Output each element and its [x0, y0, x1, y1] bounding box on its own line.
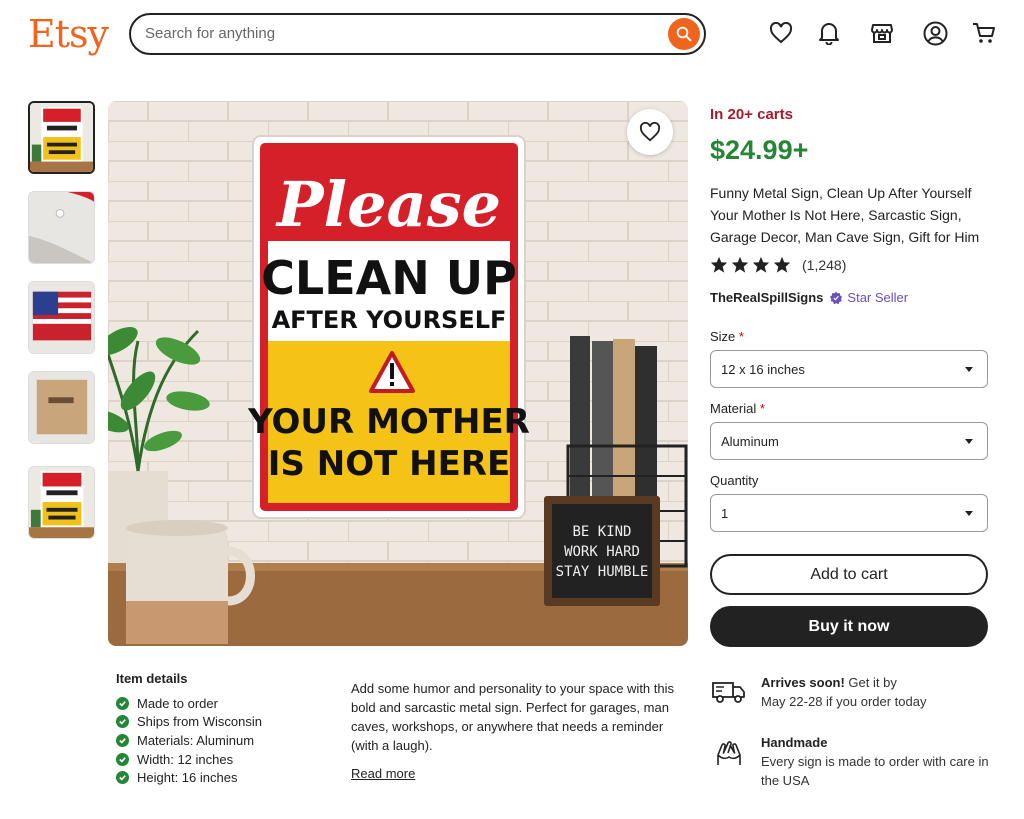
seller-info: TheRealSpillSigns Star Seller [710, 290, 908, 305]
search-button[interactable] [668, 18, 700, 50]
shipping-title: Arrives soon! [761, 675, 845, 690]
chevron-down-icon [965, 511, 973, 516]
material-value: Aluminum [721, 434, 779, 449]
search-input[interactable] [145, 25, 645, 42]
shipping-text: May 22-28 if you order today [761, 694, 927, 709]
list-item: Ships from Wisconsin [116, 713, 262, 732]
thumbnail-1[interactable] [28, 101, 95, 174]
shop-manager-button[interactable] [869, 20, 895, 46]
size-label: Size * [710, 329, 744, 344]
star-icon [710, 256, 728, 273]
shipping-info: Arrives soon! Get it by May 22-28 if you… [761, 673, 991, 711]
chevron-down-icon [965, 439, 973, 444]
sign-line-1: Please [275, 168, 501, 241]
thumbnail-2[interactable] [28, 191, 95, 264]
sign-line-3: AFTER YOURSELF [272, 306, 507, 334]
handmade-text: Every sign is made to order with care in… [761, 754, 989, 788]
sign-line-5: IS NOT HERE [268, 444, 510, 484]
list-item: Height: 16 inches [116, 768, 262, 787]
chevron-down-icon [965, 367, 973, 372]
shipping-inline: Get it by [844, 675, 897, 690]
item-details-list: Made to order Ships from Wisconsin Mater… [116, 694, 262, 787]
notifications-button[interactable] [816, 20, 842, 46]
review-count[interactable]: (1,248) [802, 257, 846, 273]
heart-icon [639, 122, 661, 142]
seller-name[interactable]: TheRealSpillSigns [710, 290, 823, 305]
desk-sign-line-1: BE KIND [572, 524, 631, 540]
check-icon [116, 771, 129, 785]
quantity-select[interactable]: 1 [710, 494, 988, 532]
thumbnail-5[interactable] [28, 466, 95, 539]
cart-button[interactable] [971, 20, 997, 46]
product-title: Funny Metal Sign, Clean Up After Yoursel… [710, 185, 980, 245]
favorites-button[interactable] [768, 20, 794, 46]
favorite-item-button[interactable] [627, 109, 673, 155]
sign-line-2: CLEAN UP [261, 251, 517, 305]
item-details-heading: Item details [116, 671, 188, 686]
main-product-image[interactable]: Please CLEAN UP AFTER YOURSELF YOUR MOTH… [108, 101, 688, 646]
cart-count-badge: In 20+ carts [710, 106, 793, 123]
rating[interactable]: (1,248) [710, 256, 846, 273]
quantity-label: Quantity [710, 473, 759, 488]
size-value: 12 x 16 inches [721, 362, 805, 377]
check-icon [116, 733, 129, 747]
check-icon [116, 696, 129, 710]
account-button[interactable] [922, 20, 948, 46]
store-icon [871, 24, 893, 43]
price: $24.99+ [710, 135, 809, 165]
thumbnail-4[interactable] [28, 371, 95, 444]
list-item: Materials: Aluminum [116, 731, 262, 750]
user-icon [923, 21, 947, 45]
badge-icon [830, 291, 843, 304]
size-select[interactable]: 12 x 16 inches [710, 350, 988, 388]
star-icon [752, 256, 770, 273]
truck-icon [712, 676, 746, 708]
star-seller-label: Star Seller [847, 290, 909, 305]
star-icon [731, 256, 749, 273]
star-seller-badge: Star Seller [829, 290, 908, 305]
cart-icon [973, 23, 995, 43]
hands-icon [712, 736, 746, 768]
buy-now-button[interactable]: Buy it now [710, 606, 988, 647]
check-icon [116, 752, 129, 766]
read-more-link[interactable]: Read more [351, 766, 415, 781]
star-icon [773, 256, 791, 273]
handmade-info: Handmade Every sign is made to order wit… [761, 733, 991, 790]
material-select[interactable]: Aluminum [710, 422, 988, 460]
list-item: Width: 12 inches [116, 750, 262, 769]
etsy-logo[interactable]: Etsy [28, 12, 109, 56]
desk-sign-line-3: STAY HUMBLE [556, 564, 649, 580]
sign-line-4: YOUR MOTHER [247, 402, 530, 442]
thumbnail-3[interactable] [28, 281, 95, 354]
search-icon [676, 26, 692, 42]
search-bar[interactable] [129, 13, 706, 55]
add-to-cart-button[interactable]: Add to cart [710, 554, 988, 595]
handmade-title: Handmade [761, 735, 828, 750]
heart-icon [769, 22, 793, 44]
bell-icon [819, 23, 839, 45]
quantity-value: 1 [721, 506, 729, 521]
list-item: Made to order [116, 694, 262, 713]
material-label: Material * [710, 401, 765, 416]
check-icon [116, 715, 129, 729]
product-description: Add some humor and personality to your s… [351, 681, 675, 753]
desk-sign-line-2: WORK HARD [564, 544, 640, 560]
